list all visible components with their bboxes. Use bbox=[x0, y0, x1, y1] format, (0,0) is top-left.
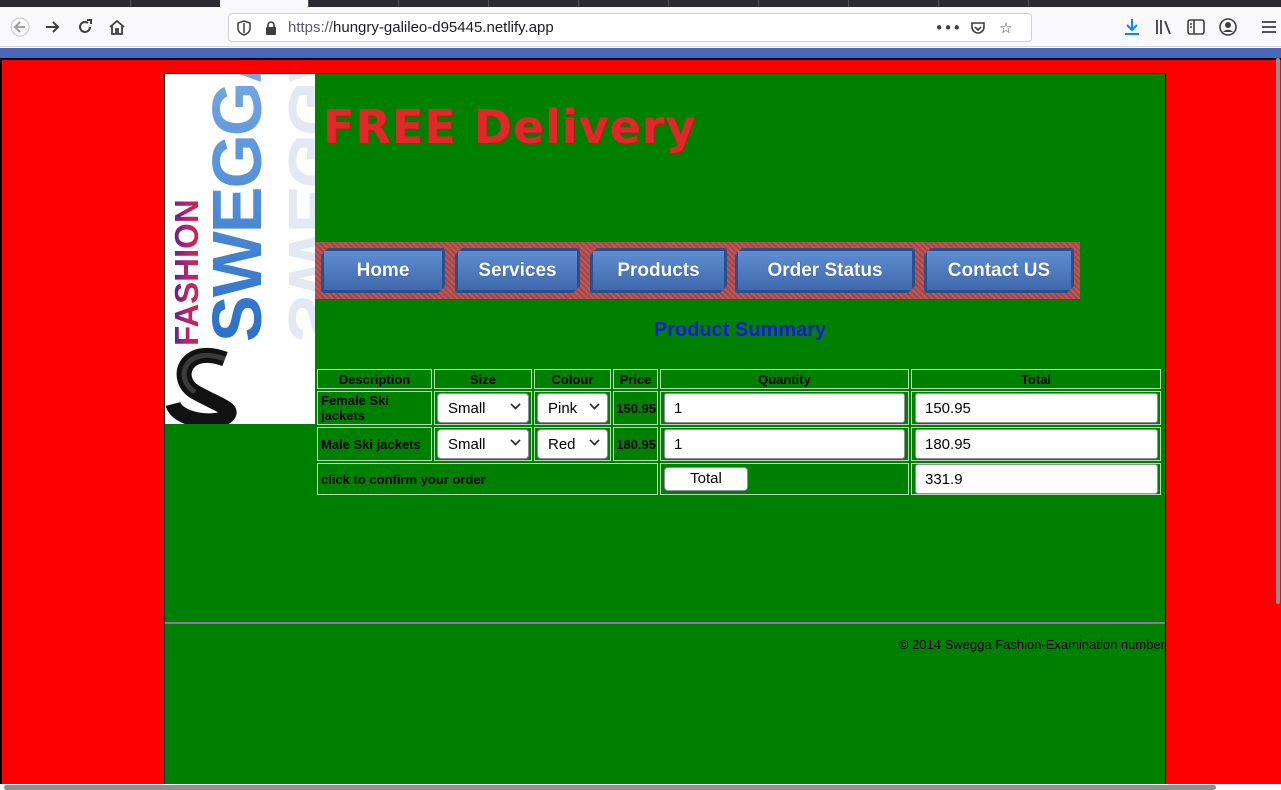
row-price: 150.95 bbox=[613, 391, 658, 425]
tab[interactable] bbox=[578, 0, 668, 7]
quantity-input[interactable]: 1 bbox=[664, 429, 905, 459]
page-title: Product Summary bbox=[653, 319, 827, 341]
tab-active[interactable] bbox=[220, 0, 308, 7]
logo-s-mark bbox=[165, 347, 237, 424]
col-header-colour: Colour bbox=[534, 369, 611, 389]
chevron-down-icon bbox=[589, 435, 600, 446]
table-row: Female Ski jackets Small Pink 150.95 1 1… bbox=[317, 391, 1161, 425]
colour-select[interactable]: Red bbox=[537, 429, 608, 459]
tab-strip bbox=[0, 0, 1281, 7]
tab[interactable] bbox=[668, 0, 758, 7]
colour-select[interactable]: Pink bbox=[537, 393, 608, 423]
grand-total-cell: 331.9 bbox=[911, 463, 1161, 495]
row-size-cell: Small bbox=[434, 427, 532, 461]
row-description: Female Ski jackets bbox=[317, 391, 432, 425]
size-select-value: Small bbox=[448, 436, 486, 453]
tab[interactable] bbox=[938, 0, 1028, 7]
forward-arrow-icon[interactable] bbox=[39, 13, 67, 41]
nav-products-button[interactable]: Products bbox=[590, 248, 727, 293]
more-dots-icon[interactable]: ••• bbox=[935, 17, 962, 39]
col-header-price: Price bbox=[613, 369, 658, 389]
vertical-scrollbar[interactable] bbox=[1275, 58, 1281, 784]
nav-home-button[interactable]: Home bbox=[321, 248, 445, 293]
logo-word-large: SWEGGA bbox=[198, 74, 276, 342]
colour-select-value: Red bbox=[548, 436, 576, 453]
confirm-order-text: click to confirm your order bbox=[317, 463, 658, 495]
table-header-row: Description Size Colour Price Quantity T… bbox=[317, 369, 1161, 389]
horizontal-scrollbar[interactable] bbox=[0, 784, 1281, 790]
total-button-cell: Total bbox=[660, 463, 909, 495]
tab[interactable] bbox=[1028, 0, 1118, 7]
hamburger-icon[interactable] bbox=[1255, 13, 1281, 41]
col-header-description: Description bbox=[317, 369, 432, 389]
url-text[interactable]: https://hungry-galileo-d95445.netlify.ap… bbox=[288, 19, 554, 36]
col-header-quantity: Quantity bbox=[660, 369, 909, 389]
home-icon[interactable] bbox=[103, 13, 131, 41]
tab[interactable] bbox=[308, 0, 398, 7]
footer-divider bbox=[165, 622, 1165, 624]
row-description: Male Ski jackets bbox=[317, 427, 432, 461]
scrollbar-thumb[interactable] bbox=[4, 785, 1216, 790]
row-quantity-cell: 1 bbox=[660, 391, 909, 425]
tab[interactable] bbox=[398, 0, 488, 7]
nav-contact-us-button[interactable]: Contact US bbox=[924, 248, 1074, 293]
row-size-cell: Small bbox=[434, 391, 532, 425]
row-colour-cell: Red bbox=[534, 427, 611, 461]
account-icon[interactable] bbox=[1214, 13, 1242, 41]
free-delivery-banner: FREE Delivery bbox=[323, 100, 697, 154]
table-summary-row: click to confirm your order Total 331.9 bbox=[317, 463, 1161, 495]
chevron-down-icon bbox=[510, 399, 521, 410]
back-arrow-icon[interactable] bbox=[6, 13, 34, 41]
col-header-size: Size bbox=[434, 369, 532, 389]
lock-icon[interactable] bbox=[265, 21, 277, 36]
browser-toolbar: https://hungry-galileo-d95445.netlify.ap… bbox=[0, 7, 1281, 47]
nav-services-button[interactable]: Services bbox=[455, 248, 580, 293]
row-total-field[interactable]: 150.95 bbox=[915, 393, 1158, 423]
row-quantity-cell: 1 bbox=[660, 427, 909, 461]
library-icon[interactable] bbox=[1150, 13, 1178, 41]
row-total-cell: 180.95 bbox=[911, 427, 1161, 461]
grand-total-field[interactable]: 331.9 bbox=[915, 464, 1158, 494]
order-table: Description Size Colour Price Quantity T… bbox=[315, 367, 1163, 497]
row-colour-cell: Pink bbox=[534, 391, 611, 425]
chevron-down-icon bbox=[589, 399, 600, 410]
address-bar[interactable]: https://hungry-galileo-d95445.netlify.ap… bbox=[228, 13, 1032, 42]
size-select[interactable]: Small bbox=[437, 393, 529, 423]
sidebar-icon[interactable] bbox=[1182, 13, 1210, 41]
tab[interactable] bbox=[848, 0, 938, 7]
size-select-value: Small bbox=[448, 400, 486, 417]
shield-icon[interactable] bbox=[237, 20, 251, 36]
quantity-input[interactable]: 1 bbox=[664, 393, 905, 423]
scrollbar-thumb[interactable] bbox=[1276, 58, 1280, 604]
tab[interactable] bbox=[488, 0, 578, 7]
footer-copyright: © 2014 Swegga Fashion-Examination number bbox=[898, 637, 1165, 652]
chevron-down-icon bbox=[510, 435, 521, 446]
table-row: Male Ski jackets Small Red 180.95 1 180.… bbox=[317, 427, 1161, 461]
row-total-cell: 150.95 bbox=[911, 391, 1161, 425]
nav-order-status-button[interactable]: Order Status bbox=[735, 248, 915, 293]
star-icon[interactable]: ☆ bbox=[995, 17, 1017, 39]
main-container: FASHION SWEGGA SWEGGA FREE Delivery Home… bbox=[164, 73, 1166, 786]
download-icon[interactable] bbox=[1118, 13, 1146, 41]
accent-bar bbox=[0, 48, 1281, 58]
pocket-icon[interactable] bbox=[967, 17, 989, 39]
main-nav: Home Services Products Order Status Cont… bbox=[315, 242, 1080, 299]
row-price: 180.95 bbox=[613, 427, 658, 461]
size-select[interactable]: Small bbox=[437, 429, 529, 459]
swegga-logo: FASHION SWEGGA SWEGGA bbox=[165, 74, 315, 424]
row-total-field[interactable]: 180.95 bbox=[915, 429, 1158, 459]
total-button[interactable]: Total bbox=[664, 467, 748, 491]
logo-reflection: SWEGGA bbox=[274, 74, 315, 342]
reload-icon[interactable] bbox=[71, 13, 99, 41]
url-host: hungry-galileo-d95445.netlify.app bbox=[333, 19, 554, 36]
url-scheme: https:// bbox=[288, 19, 334, 36]
tab[interactable] bbox=[130, 0, 220, 7]
tab[interactable] bbox=[758, 0, 848, 7]
colour-select-value: Pink bbox=[548, 400, 578, 417]
page-background: FASHION SWEGGA SWEGGA FREE Delivery Home… bbox=[0, 58, 1281, 786]
col-header-total: Total bbox=[911, 369, 1161, 389]
